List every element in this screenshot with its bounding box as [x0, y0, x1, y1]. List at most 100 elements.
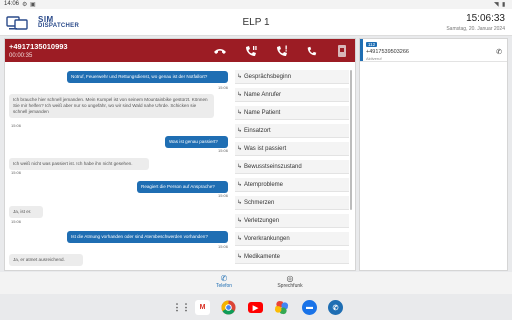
grid-icon[interactable]: ⋮⋮ — [173, 300, 191, 315]
messages-icon[interactable]: ▬ — [302, 300, 317, 315]
app-logo: SIM DISPATCHER — [6, 14, 80, 32]
chrome-icon[interactable] — [221, 300, 236, 315]
question-scrollbar[interactable] — [350, 70, 352, 210]
question-item[interactable]: ↳ Verletzungen — [235, 214, 349, 228]
question-item[interactable]: ↳ Einsatzort — [235, 124, 349, 138]
queued-caller-number: +4917539503266 — [366, 49, 409, 55]
chat-message-in: Ich brauche hier schnell jemanden. Mein … — [9, 94, 214, 118]
message-time: 15:06 — [218, 244, 229, 249]
arrow-icon: ↳ — [236, 236, 243, 242]
arrow-icon: ↳ — [236, 74, 243, 80]
date: Samstag, 20. Januar 2024 — [446, 26, 505, 32]
call-queue-panel: 112 +4917539503266 Aktiveruf ✆ — [359, 38, 508, 271]
chat-message-in: Ja, er atmet ausreichend. — [9, 254, 83, 266]
question-item[interactable]: ↳ Schmerzen — [235, 196, 349, 210]
question-item[interactable]: ↳ Name Patient — [235, 106, 349, 120]
photos-icon[interactable] — [274, 300, 289, 315]
status-time: 14:06 — [4, 1, 20, 7]
question-label: Schmerzen — [244, 199, 275, 206]
app-dock: ⋮⋮ M ▶ ▬ ✆ — [0, 294, 512, 320]
chat-message-in: Ja, ist er. — [9, 206, 43, 218]
pinwheel-logo — [274, 300, 289, 315]
hangup-icon — [214, 48, 226, 54]
message-time: 15:06 — [11, 123, 22, 128]
message-time: 15:06 — [11, 219, 22, 224]
hold-button[interactable] — [236, 39, 266, 62]
question-label: Name Anrufer — [244, 91, 282, 98]
call-icon — [307, 46, 317, 55]
question-label: Gesprächsbeginn — [244, 73, 292, 80]
question-label: Verletzungen — [244, 217, 280, 224]
question-item[interactable]: ↳ Name Anrufer — [235, 88, 349, 102]
youtube-icon[interactable]: ▶ — [248, 302, 263, 313]
radio-icon: ◎ — [286, 274, 294, 283]
hangup-button[interactable] — [205, 39, 235, 62]
chat-message-in: Ich weiß nicht was passiert ist. Ich hab… — [9, 158, 149, 170]
question-label: Vorerkrankungen — [244, 235, 290, 242]
call-button[interactable] — [297, 39, 327, 62]
question-label: Atemprobleme — [244, 181, 284, 188]
message-time: 15:06 — [11, 170, 22, 175]
question-list: ↳ Gesprächsbeginn ↳ Name Anrufer ↳ Name … — [232, 67, 353, 269]
battery-icon: ▮ — [502, 2, 506, 8]
hold-icon — [246, 45, 257, 56]
question-item[interactable]: ↳ Was ist passiert — [235, 142, 349, 156]
wifi-icon: ◥ — [494, 2, 499, 8]
nav-tab-telefon[interactable]: ✆ Telefon — [194, 274, 254, 289]
status-bar: 14:06 ⚙ ▣ ◥ ▮ — [0, 0, 512, 9]
question-label: Einsatzort — [244, 127, 271, 134]
arrow-icon: ↳ — [236, 146, 243, 152]
question-label: Medikamente — [244, 253, 281, 260]
chat-transcript: Notruf, Feuerwehr und Rettungsdienst, wo… — [5, 63, 230, 271]
app-header: SIM DISPATCHER ELP 1 15:06:33 Samstag, 2… — [0, 9, 512, 36]
question-label: Bewusstseinszustand — [244, 163, 302, 170]
dispatcher-icon[interactable]: ✆ — [328, 300, 343, 315]
device-button[interactable] — [327, 39, 357, 62]
clock: 15:06:33 — [466, 13, 505, 24]
chat-message-out: Was ist genau passiert? — [165, 136, 228, 148]
arrow-icon: ↳ — [236, 110, 243, 116]
logo-mark-icon — [6, 16, 28, 30]
chat-message-out: Ist die Atmung vorhanden oder sind Atemb… — [67, 231, 228, 243]
chat-message-out: Notruf, Feuerwehr und Rettungsdienst, wo… — [67, 71, 228, 83]
phone-icon: ✆ — [220, 274, 228, 283]
nav-label: Sprechfunk — [277, 283, 303, 289]
gmail-icon[interactable]: M — [195, 300, 210, 315]
transfer-button[interactable] — [267, 39, 297, 62]
question-item[interactable]: ↳ Atemprobleme — [235, 178, 349, 192]
active-indicator — [360, 39, 363, 61]
message-time: 15:06 — [218, 193, 229, 198]
caller-number: +4917135010993 — [9, 42, 68, 51]
device-icon — [338, 44, 346, 57]
settings-icon: ⚙ — [22, 2, 28, 8]
question-label: Was ist passiert — [244, 145, 287, 152]
message-time: 15:06 — [218, 148, 229, 153]
question-item[interactable]: ↳ Vorerkrankungen — [235, 232, 349, 246]
arrow-icon: ↳ — [236, 92, 243, 98]
arrow-icon: ↳ — [236, 128, 243, 134]
chrome-logo — [221, 300, 236, 315]
call-duration: 00:00:35 — [9, 53, 33, 59]
transfer-icon — [277, 45, 287, 56]
queued-call-item[interactable]: 112 +4917539503266 Aktiveruf ✆ — [360, 39, 507, 62]
question-label: Name Patient — [244, 109, 281, 116]
bottom-navigation: ✆ Telefon ◎ Sprechfunk — [0, 272, 512, 294]
call-bar: +4917135010993 00:00:35 — [5, 39, 355, 62]
emergency-number-badge: 112 — [366, 42, 378, 47]
queued-call-status: Aktiveruf — [366, 56, 382, 61]
notification-icon: ▣ — [30, 2, 36, 8]
question-item[interactable]: ↳ Gesprächsbeginn — [235, 70, 349, 84]
incoming-call-icon: ✆ — [496, 49, 502, 56]
arrow-icon: ↳ — [236, 254, 243, 260]
nav-tab-sprechfunk[interactable]: ◎ Sprechfunk — [260, 274, 320, 289]
arrow-icon: ↳ — [236, 218, 243, 224]
logo-text-bottom: DISPATCHER — [38, 23, 80, 29]
arrow-icon: ↳ — [236, 182, 243, 188]
question-item[interactable]: ↳ Bewusstseinszustand — [235, 160, 349, 174]
chat-message-out: Reagiert die Person auf Ansprache? — [137, 181, 228, 193]
active-call-panel: +4917135010993 00:00:35 Notruf, Feuerweh… — [4, 38, 356, 271]
question-item[interactable]: ↳ Medikamente — [235, 250, 349, 264]
arrow-icon: ↳ — [236, 200, 243, 206]
nav-label: Telefon — [215, 283, 233, 289]
arrow-icon: ↳ — [236, 164, 243, 170]
